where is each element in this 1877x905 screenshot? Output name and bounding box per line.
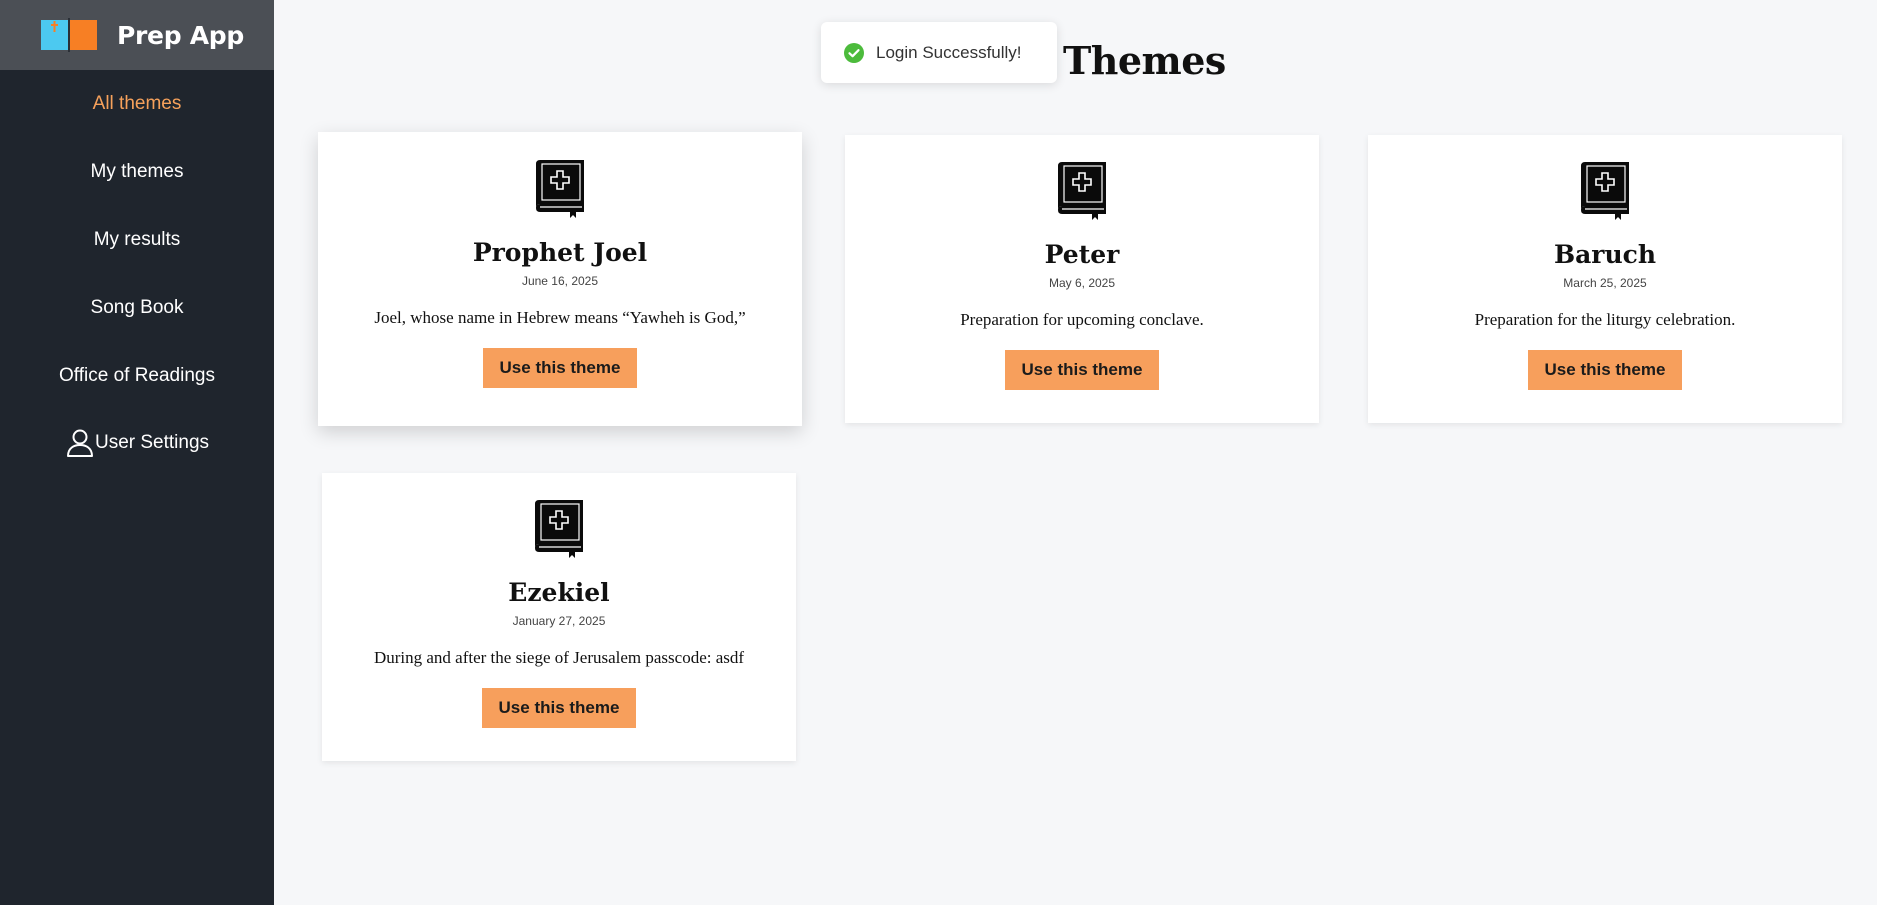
toast-message: Login Successfully! — [876, 42, 1022, 62]
user-icon — [66, 429, 93, 457]
theme-description: Joel, whose name in Hebrew means “Yawheh… — [374, 308, 746, 327]
sidebar-item-song-book[interactable]: Song Book — [0, 296, 274, 320]
sidebar-item-all-themes[interactable]: All themes — [0, 92, 274, 116]
open-book-cross-icon — [41, 18, 97, 52]
check-circle-icon — [844, 42, 864, 63]
theme-title: Ezekiel — [508, 578, 610, 607]
main-content: ation Themes Login Successfully! Prophet… — [274, 0, 1877, 905]
sidebar: Prep App All themes My themes My results… — [0, 0, 274, 905]
theme-description: Preparation for upcoming conclave. — [960, 310, 1204, 329]
theme-date: May 6, 2025 — [1048, 276, 1116, 290]
page-title: ation Themes — [943, 38, 1226, 83]
bible-icon — [1058, 162, 1106, 220]
brand-title: Prep App — [117, 20, 244, 50]
theme-description: During and after the siege of Jerusalem … — [373, 648, 745, 667]
use-theme-button[interactable]: Use this theme — [481, 688, 637, 728]
theme-description: Preparation for the liturgy celebration. — [1474, 310, 1736, 329]
sidebar-item-my-themes[interactable]: My themes — [0, 160, 274, 184]
use-theme-button[interactable]: Use this theme — [482, 348, 638, 388]
bible-icon — [535, 500, 583, 558]
brand[interactable]: Prep App — [0, 0, 274, 70]
sidebar-item-my-results[interactable]: My results — [0, 228, 274, 252]
theme-date: January 27, 2025 — [512, 614, 606, 628]
theme-card: Baruch March 25, 2025 Preparation for th… — [1368, 135, 1842, 423]
use-theme-button[interactable]: Use this theme — [1527, 350, 1683, 390]
theme-card: Peter May 6, 2025 Preparation for upcomi… — [845, 135, 1319, 423]
bible-icon — [536, 160, 584, 218]
sidebar-item-user-settings[interactable]: User Settings — [0, 428, 274, 458]
theme-date: March 25, 2025 — [1563, 276, 1647, 290]
theme-title: Peter — [1044, 240, 1120, 269]
bible-icon — [1581, 162, 1629, 220]
theme-title: Baruch — [1553, 240, 1657, 269]
toast-notification[interactable]: Login Successfully! — [821, 22, 1057, 83]
app-root: Prep App All themes My themes My results… — [0, 0, 1877, 905]
sidebar-item-label: User Settings — [94, 432, 210, 453]
sidebar-item-office-of-readings[interactable]: Office of Readings — [0, 364, 274, 388]
theme-date: June 16, 2025 — [521, 274, 599, 288]
theme-card: Ezekiel January 27, 2025 During and afte… — [322, 473, 796, 761]
theme-card: Prophet Joel June 16, 2025 Joel, whose n… — [318, 132, 802, 426]
use-theme-button[interactable]: Use this theme — [1004, 350, 1160, 390]
theme-title: Prophet Joel — [472, 238, 648, 267]
